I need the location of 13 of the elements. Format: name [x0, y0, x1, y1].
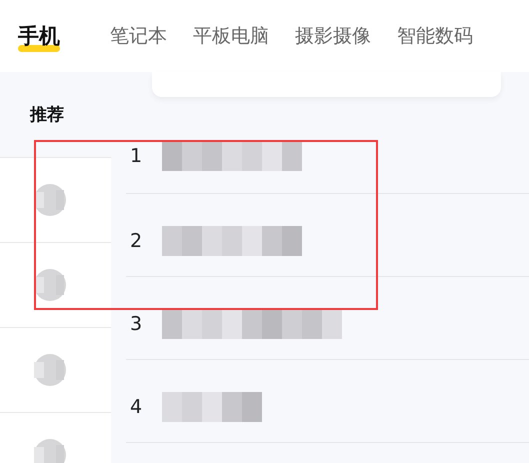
category-tab[interactable]: 智能数码: [397, 23, 473, 49]
category-tab[interactable]: 平板电脑: [193, 23, 269, 49]
blurred-label: [32, 352, 68, 388]
blurred-label: [32, 437, 68, 463]
rank-number: 4: [130, 396, 142, 418]
category-tab[interactable]: 笔记本: [110, 23, 167, 49]
rank-number: 2: [130, 230, 142, 252]
rank-number: 3: [130, 313, 142, 335]
category-tab[interactable]: 手机: [18, 22, 60, 50]
sidebar-heading[interactable]: 推荐: [0, 72, 111, 157]
category-tab[interactable]: 摄影摄像: [295, 23, 371, 49]
rank-number: 1: [130, 145, 142, 167]
sidebar-item[interactable]: [0, 242, 111, 327]
